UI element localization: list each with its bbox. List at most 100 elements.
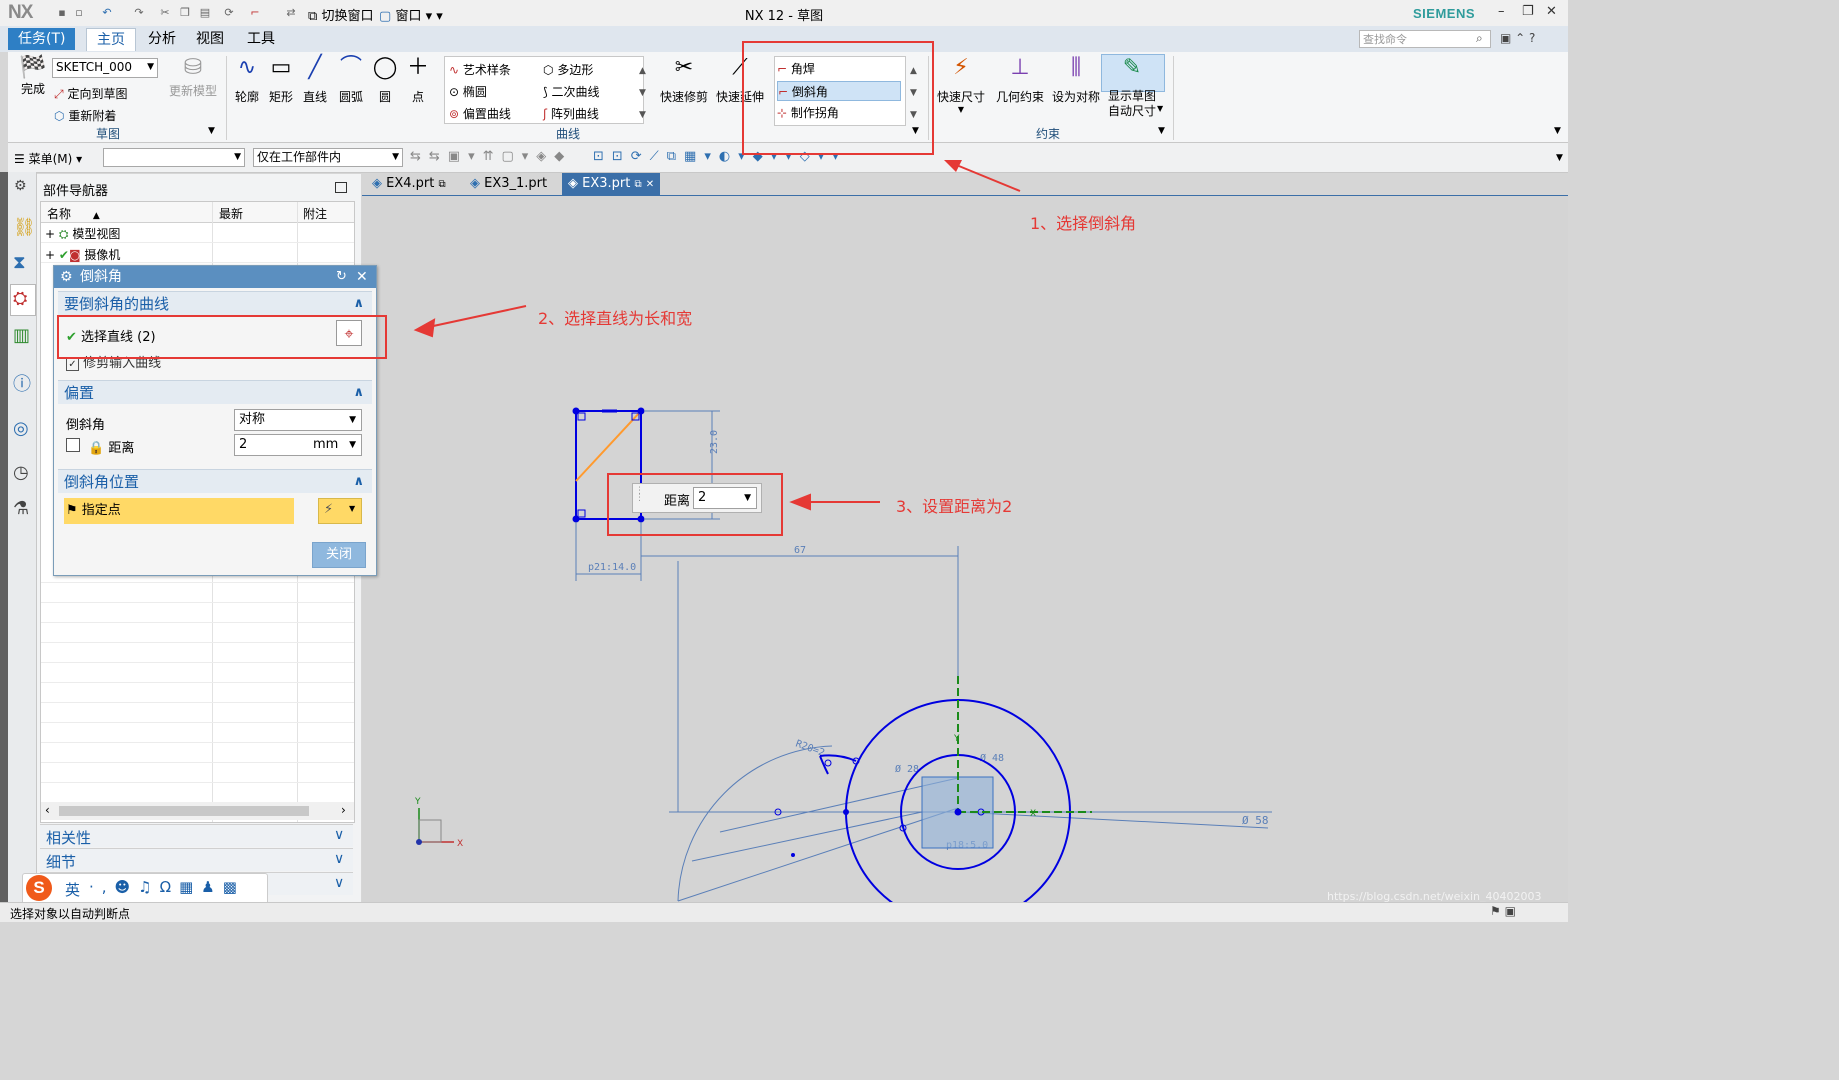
ellipse-button[interactable]: ⊙ 椭圆 <box>449 83 487 100</box>
vertex-point[interactable] <box>572 515 580 523</box>
tab-task[interactable]: 任务(T) <box>8 28 76 50</box>
part-navigator-icon[interactable]: ⛭ <box>13 288 27 309</box>
history-icon[interactable]: ◷ <box>13 462 29 483</box>
assembly-navigator-icon[interactable]: ⛓ <box>13 217 36 238</box>
selection-tool-icons[interactable]: ⇆⇆▣▾⇈▢▾◈◆ <box>410 149 572 164</box>
status-icons[interactable]: ⚑ ▣ <box>1490 904 1516 918</box>
scrollbar-thumb[interactable] <box>59 806 309 816</box>
geometric-constraint-button[interactable]: ⊥ 几何约束 <box>992 56 1048 105</box>
tab-home[interactable]: 主页 <box>86 28 136 51</box>
orient-to-sketch-button[interactable]: ⤢ 定向到草图 <box>54 85 127 102</box>
vertex-point[interactable] <box>637 407 645 415</box>
center-point[interactable] <box>843 809 849 815</box>
selection-scope-select[interactable]: 仅在工作部件内 ▼ <box>253 148 403 167</box>
tab-ex4[interactable]: ◈ EX4.prt ⧉ <box>366 173 452 195</box>
tab-ex3[interactable]: ◈ EX3.prt ⧉ ✕ <box>562 173 661 195</box>
gallery-scroll-icons[interactable]: ▲ ▼ ▼ <box>639 60 646 126</box>
ime-tool-icons[interactable]: ·,☻♫Ω▦♟▩ <box>89 878 245 896</box>
show-sketch-auto-dims-button[interactable]: ✎ 显示草图 自动尺寸 <box>1101 56 1163 119</box>
dimension-label[interactable]: 23.0 <box>709 430 720 454</box>
close-window-button[interactable]: ✕ <box>1546 4 1557 19</box>
tree-row[interactable]: + ⛭ 模型视图 <box>45 225 120 242</box>
ribbon-expand-icon[interactable]: ▼ <box>1554 126 1561 136</box>
reattach-button[interactable]: ⬡ 重新附着 <box>54 107 116 124</box>
search-icon[interactable]: ⌕ <box>1476 31 1483 46</box>
section-offset[interactable]: 偏置 ∧ <box>58 380 372 404</box>
finish-sketch-button[interactable]: 🏁 完成 <box>16 56 50 97</box>
command-search-input[interactable]: 查找命令 <box>1359 30 1491 48</box>
web-browser-icon[interactable]: ◎ <box>13 418 29 439</box>
ime-language-toggle[interactable]: 英 <box>65 879 80 900</box>
sketch-name-select[interactable]: SKETCH_000 ▼ <box>52 58 158 78</box>
studio-spline-button[interactable]: ∿ 艺术样条 <box>449 61 511 78</box>
system-materials-icon[interactable]: ⚗ <box>13 498 29 519</box>
sketch-point[interactable] <box>791 853 795 857</box>
close-button[interactable]: 关闭 <box>312 542 366 568</box>
close-icon[interactable]: ✕ <box>356 266 368 288</box>
section-chamfer-position[interactable]: 倒斜角位置 ∧ <box>58 469 372 493</box>
ribbon-options-icons[interactable]: ▣ ⌃ ? <box>1500 31 1535 45</box>
profile-button[interactable]: ∿ 轮廓 <box>230 56 264 105</box>
minimize-button[interactable]: – <box>1498 4 1505 19</box>
graphics-window[interactable]: 23.0 p21:14.0 67 Ø 58 Ø 48 Ø 28 R20=2 p1… <box>362 196 1568 903</box>
section-curves-to-chamfer[interactable]: 要倒斜角的曲线 ∧ <box>58 291 372 315</box>
vertex-point[interactable] <box>572 407 580 415</box>
sketch-canvas[interactable]: 23.0 p21:14.0 67 Ø 58 Ø 48 Ø 28 R20=2 p1… <box>362 196 1568 902</box>
hd3d-tools-icon[interactable]: ⓘ <box>13 370 31 396</box>
line-button[interactable]: ╱ 直线 <box>298 56 332 105</box>
reset-icon[interactable]: ↻ <box>336 266 347 288</box>
distance-input[interactable]: 2 mm ▼ <box>234 434 362 456</box>
restore-button[interactable]: ❐ <box>1522 4 1534 19</box>
dimension-label[interactable]: Ø 58 <box>1242 814 1269 827</box>
column-header-latest[interactable]: 最新 <box>219 205 243 222</box>
distance-checkbox[interactable] <box>66 438 80 452</box>
sogou-logo-icon[interactable]: S <box>26 875 52 901</box>
point-button[interactable]: ＋ 点 <box>404 56 432 105</box>
origin-point[interactable] <box>954 808 962 816</box>
tab-tools[interactable]: 工具 <box>237 28 285 50</box>
settings-icon[interactable]: ⚙ <box>14 178 27 194</box>
menu-button[interactable]: ☰ 菜单(M) ▾ <box>14 150 82 167</box>
rapid-dimension-button[interactable]: ⚡ 快速尺寸 ▼ <box>934 56 988 115</box>
maximize-panel-icon[interactable] <box>335 182 347 193</box>
column-header-comment[interactable]: 附注 <box>303 205 327 222</box>
type-filter-select[interactable]: ▼ <box>103 148 245 167</box>
arc-point[interactable] <box>824 759 832 767</box>
sketch-arc[interactable] <box>819 755 829 775</box>
dimension-label[interactable]: p21:14.0 <box>588 562 636 573</box>
polygon-button[interactable]: ⬡ 多边形 <box>543 61 593 78</box>
chevron-left-icon[interactable]: ‹ <box>45 803 50 817</box>
horizontal-scrollbar[interactable]: ‹ › <box>41 802 354 820</box>
chevron-down-icon[interactable]: ▼ <box>1158 126 1165 136</box>
make-symmetric-button[interactable]: ⫼ 设为对称 <box>1048 56 1104 105</box>
chevron-right-icon[interactable]: › <box>341 803 346 817</box>
pattern-curve-button[interactable]: ʃ 阵列曲线 <box>543 105 599 122</box>
constraint-navigator-icon[interactable]: ⧗ <box>13 252 26 273</box>
dependencies-section[interactable]: 相关性 ∨ <box>40 824 353 847</box>
chamfer-type-select[interactable]: 对称 ▼ <box>234 409 362 431</box>
quick-trim-button[interactable]: ✂ 快速修剪 <box>658 56 710 105</box>
arc-button[interactable]: ⌒ 圆弧 <box>334 56 368 105</box>
point-dialog-button[interactable]: ⚡ ▼ <box>318 498 362 524</box>
circle-button[interactable]: ◯ 圆 <box>368 56 402 105</box>
dialog-title-bar[interactable]: ⚙ 倒斜角 ↻ ✕ <box>54 266 376 288</box>
update-model-button[interactable]: ⛁ 更新模型 <box>163 56 223 99</box>
gear-icon[interactable]: ⚙ <box>60 266 73 288</box>
chevron-down-icon[interactable]: ▼ <box>1157 104 1163 113</box>
tab-ex3-1[interactable]: ◈ EX3_1.prt <box>464 173 553 195</box>
dimension-label[interactable]: 67 <box>794 545 806 556</box>
close-tab-icon[interactable]: ✕ <box>646 179 654 190</box>
details-section[interactable]: 细节 ∨ <box>40 848 353 871</box>
conic-button[interactable]: ⟆ 二次曲线 <box>543 83 600 100</box>
column-header-name[interactable]: 名称 ▲ <box>47 205 100 222</box>
specify-point-row[interactable]: ⚑ 指定点 <box>64 498 294 524</box>
chevron-down-icon[interactable]: ▼ <box>1556 153 1563 163</box>
tab-view[interactable]: 视图 <box>186 28 234 50</box>
rectangle-button[interactable]: ▭ 矩形 <box>264 56 298 105</box>
tab-analysis[interactable]: 分析 <box>138 28 186 50</box>
chevron-down-icon[interactable]: ▼ <box>208 126 215 136</box>
offset-curve-button[interactable]: ⊚ 偏置曲线 <box>449 105 511 122</box>
tree-row[interactable]: + ✔◙ 摄像机 <box>45 246 120 263</box>
reuse-library-icon[interactable]: ▥ <box>13 325 30 346</box>
sketch-arc[interactable] <box>819 754 857 762</box>
